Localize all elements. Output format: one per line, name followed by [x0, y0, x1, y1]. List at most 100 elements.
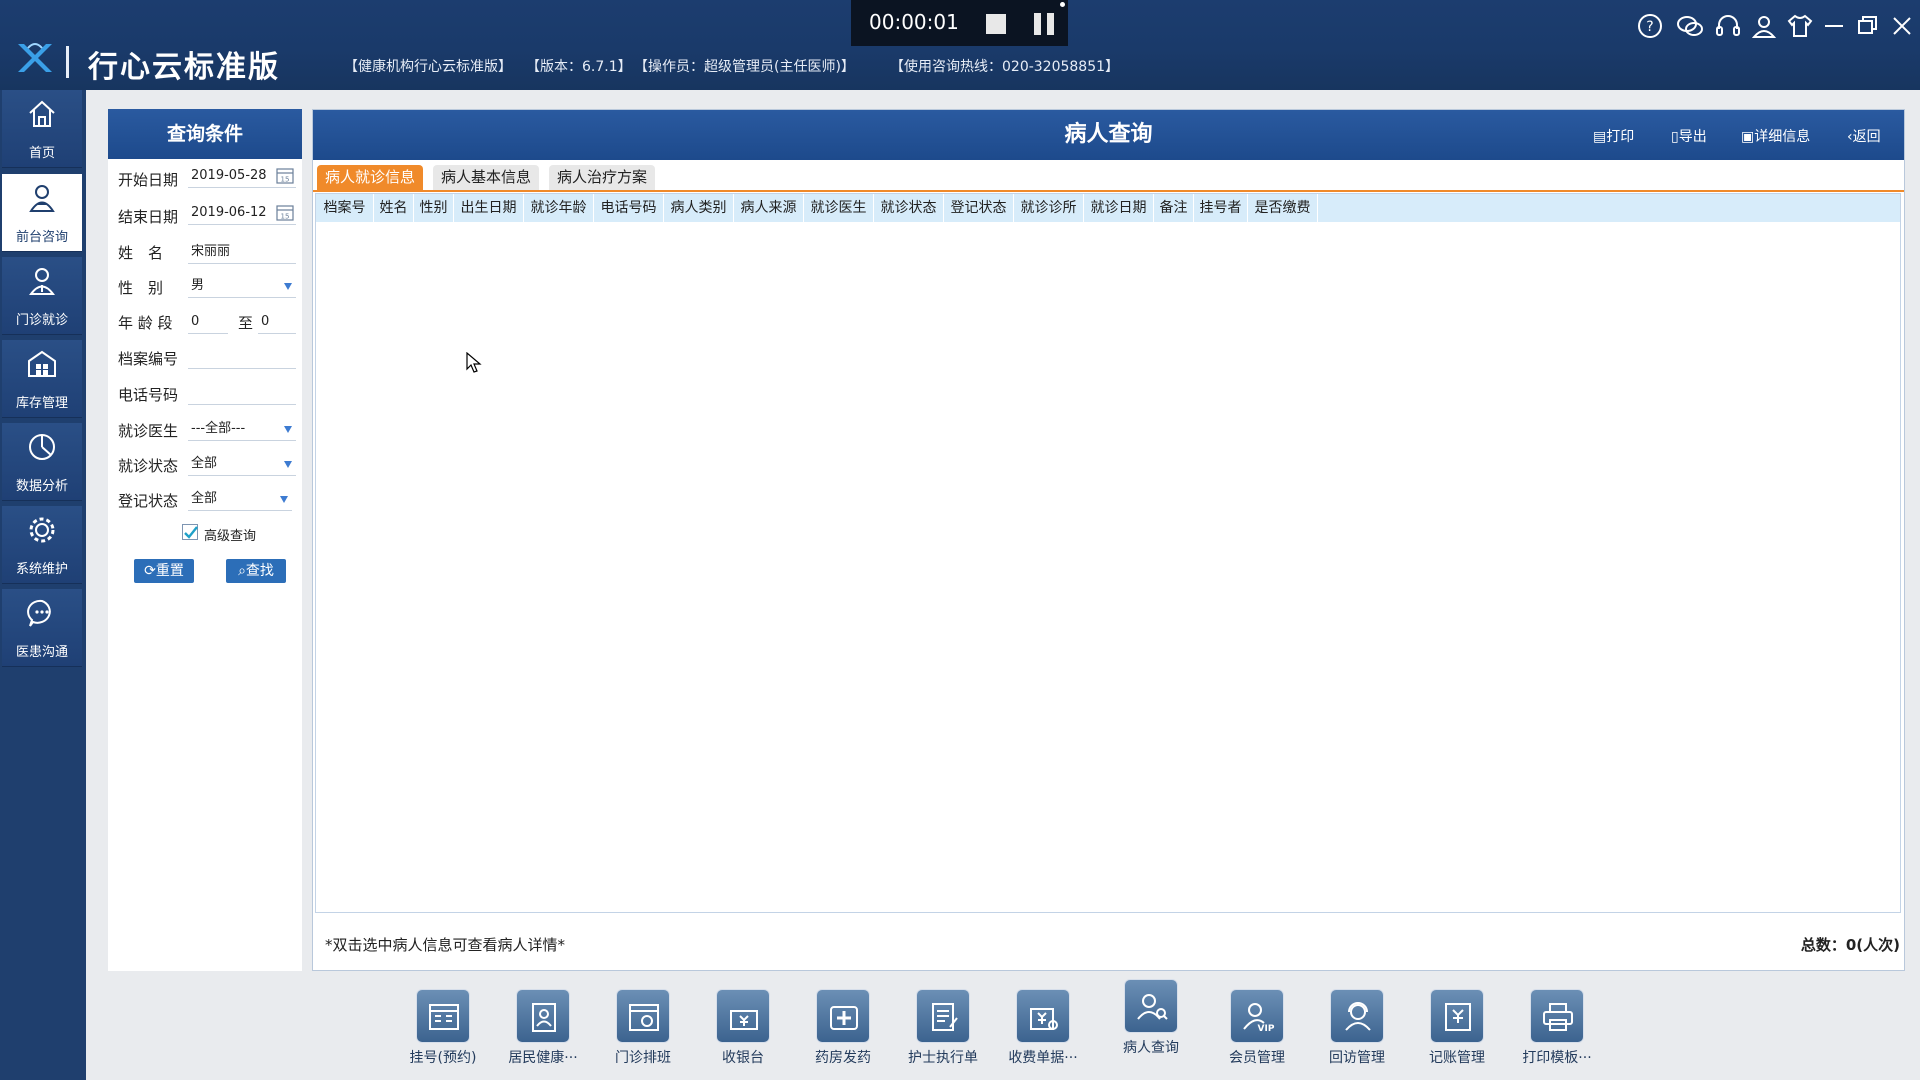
toolbar-label: 会员管理 [1229, 1050, 1285, 1066]
search-button[interactable]: ⌕查找 [226, 559, 286, 583]
nav-label: 门诊就诊 [15, 313, 68, 328]
column-header[interactable]: 病人来源 [734, 194, 804, 222]
pie-chart-icon [29, 434, 55, 460]
tab-treatment-plan[interactable]: 病人治疗方案 [549, 165, 656, 190]
printer-icon: ▤ [1593, 129, 1607, 145]
column-header[interactable]: 挂号者 [1194, 194, 1248, 222]
column-header[interactable]: 就诊日期 [1084, 194, 1154, 222]
column-header[interactable]: 是否缴费 [1248, 194, 1318, 222]
age-to-input[interactable]: 0 [258, 310, 296, 334]
toolbar-label: 居民健康··· [508, 1050, 578, 1066]
dropdown-arrow-icon [284, 426, 292, 433]
schedule-icon [616, 989, 670, 1043]
nav-item-outpatient[interactable]: 门诊就诊 [2, 257, 82, 335]
pause-icon[interactable] [1034, 13, 1056, 35]
column-header[interactable]: 登记状态 [944, 194, 1014, 222]
print-button[interactable]: ▤打印 [1593, 126, 1634, 146]
gear-icon [29, 517, 55, 543]
column-header[interactable]: 性别 [414, 194, 454, 222]
calendar-icon[interactable]: 15 [276, 204, 294, 221]
toolbar-label: 护士执行单 [908, 1050, 978, 1066]
nav-label: 前台咨询 [15, 230, 68, 245]
nav-item-inventory[interactable]: 库存管理 [2, 340, 82, 418]
column-header[interactable]: 就诊诊所 [1014, 194, 1084, 222]
export-button[interactable]: ▯导出 [1671, 126, 1707, 146]
search-icon: ⌕ [238, 563, 246, 579]
reset-button-label: 重置 [155, 563, 184, 579]
toolbar-label: 药房发药 [815, 1050, 871, 1066]
back-button[interactable]: ‹返回 [1847, 126, 1881, 146]
phone-input[interactable] [188, 381, 296, 405]
dropdown-arrow-icon [284, 283, 292, 290]
home-icon [29, 100, 55, 127]
column-header[interactable]: 档案号 [316, 194, 374, 222]
close-icon[interactable] [1888, 12, 1916, 40]
recorder-time: 00:00:01 [869, 10, 959, 34]
gender-select[interactable]: 男 [188, 274, 296, 298]
column-header[interactable]: 就诊状态 [874, 194, 944, 222]
column-header[interactable]: 病人类别 [664, 194, 734, 222]
table-header: 档案号 姓名 性别 出生日期 就诊年龄 电话号码 病人类别 病人来源 就诊医生 … [316, 194, 1900, 222]
result-panel-header: 病人查询 ▤打印 ▯导出 ▣详细信息 ‹返回 [313, 110, 1904, 160]
nav-item-data-analysis[interactable]: 数据分析 [2, 423, 82, 501]
column-header[interactable]: 备注 [1154, 194, 1194, 222]
svg-text:15: 15 [281, 176, 290, 184]
nav-item-system[interactable]: 系统维护 [2, 506, 82, 584]
reset-button[interactable]: ⟳重置 [134, 559, 194, 583]
reg-status-label: 登记状态 [118, 492, 179, 510]
stop-icon[interactable] [986, 14, 1006, 34]
start-date-label: 开始日期 [118, 171, 179, 189]
nav-item-home[interactable]: 首页 [2, 90, 82, 168]
toolbar-label: 记账管理 [1429, 1050, 1485, 1066]
name-label: 姓 名 [118, 244, 164, 262]
start-date-field[interactable]: 2019-05-28 15 [188, 164, 296, 188]
advanced-query-checkbox[interactable] [182, 524, 198, 540]
end-date-label: 结束日期 [118, 208, 179, 226]
column-header[interactable]: 电话号码 [594, 194, 664, 222]
wechat-icon[interactable] [1676, 12, 1704, 40]
patient-search-icon [1124, 979, 1178, 1033]
skin-shirt-icon[interactable] [1786, 12, 1814, 40]
visit-status-select[interactable]: 全部 [188, 452, 296, 476]
ledger-icon [1430, 989, 1484, 1043]
restore-icon[interactable] [1854, 12, 1882, 40]
visit-status-value: 全部 [191, 456, 218, 471]
column-header[interactable]: 就诊年龄 [524, 194, 594, 222]
detail-icon: ▣ [1741, 129, 1755, 145]
nav-label: 数据分析 [15, 479, 68, 494]
name-input[interactable]: 宋丽丽 [188, 240, 296, 264]
nav-item-front-desk[interactable]: 前台咨询 [2, 174, 82, 252]
result-panel-title: 病人查询 [1064, 122, 1153, 147]
end-date-field[interactable]: 2019-06-12 15 [188, 201, 296, 225]
doctor-select[interactable]: ---全部--- [188, 417, 296, 441]
health-record-icon [516, 989, 570, 1043]
minimize-icon[interactable] [1820, 12, 1848, 40]
svg-text:VIP: VIP [1258, 1024, 1275, 1034]
hotline-info: 【使用咨询热线：020-32058851】 [890, 59, 1120, 75]
file-no-input[interactable] [188, 345, 296, 369]
age-from-input[interactable]: 0 [188, 310, 228, 334]
dropdown-arrow-icon [280, 496, 288, 503]
gender-label: 性 别 [118, 279, 164, 297]
column-header[interactable]: 姓名 [374, 194, 414, 222]
phone-label: 电话号码 [118, 386, 179, 404]
pharmacy-icon [816, 989, 870, 1043]
column-header[interactable]: 出生日期 [454, 194, 524, 222]
visit-status-label: 就诊状态 [118, 457, 179, 475]
tab-underline [313, 190, 1904, 192]
tab-basic-info[interactable]: 病人基本信息 [433, 165, 540, 190]
cashier-icon [716, 989, 770, 1043]
receptionist-icon [29, 185, 55, 212]
tab-visit-info[interactable]: 病人就诊信息 [317, 165, 424, 190]
reg-status-select[interactable]: 全部 [188, 487, 292, 511]
calendar-icon[interactable]: 15 [276, 167, 294, 184]
detail-button[interactable]: ▣详细信息 [1741, 126, 1810, 146]
user-icon[interactable] [1750, 12, 1778, 40]
headset-icon[interactable] [1714, 12, 1742, 40]
search-button-label: 查找 [245, 563, 274, 579]
table-footnote: *双击选中病人信息可查看病人详情* [325, 936, 566, 954]
patient-table[interactable]: 档案号 姓名 性别 出生日期 就诊年龄 电话号码 病人类别 病人来源 就诊医生 … [315, 193, 1901, 913]
nav-item-communication[interactable]: 医患沟通 [2, 589, 82, 667]
column-header[interactable]: 就诊医生 [804, 194, 874, 222]
help-icon[interactable]: ? [1636, 12, 1664, 40]
